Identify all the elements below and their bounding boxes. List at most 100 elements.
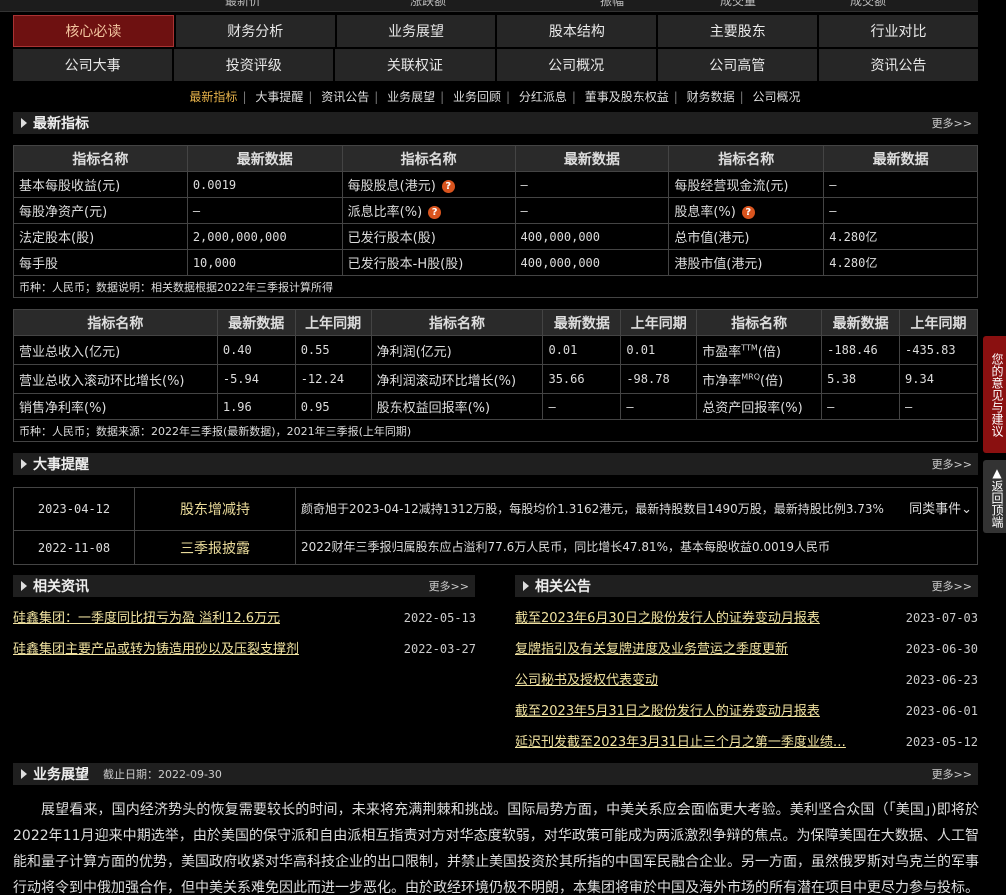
news-header: 相关资讯 更多>> — [13, 575, 475, 597]
nav-tab-outlook[interactable]: 业务展望 — [336, 15, 496, 47]
cell-label: 已发行股本(股) — [341, 223, 516, 250]
news-link[interactable]: 硅鑫集团：一季度同比扭亏为盈 溢利12.6万元 — [13, 603, 280, 634]
cell-value: 0.01 — [620, 335, 698, 365]
column-header: 最新数据 — [542, 309, 622, 336]
column-header: 指标名称 — [13, 145, 188, 172]
cell-value: -5.94 — [216, 364, 296, 394]
topbar-item: 涨跌额 — [410, 0, 447, 8]
nav-tab-news[interactable]: 资讯公告 — [818, 49, 979, 81]
list-item: 硅鑫集团：一季度同比扭亏为盈 溢利12.6万元 2022-05-13 — [13, 603, 476, 634]
cell-label: 市净率MRQ(倍) — [696, 364, 823, 394]
outlook-header: 业务展望 截止日期：2022-09-30 更多>> — [13, 763, 978, 785]
nav-tab-warrants[interactable]: 关联权证 — [335, 49, 495, 81]
subnav-link[interactable]: 业务回顾 — [448, 90, 506, 104]
event-type[interactable]: 股东增减持 — [134, 487, 296, 531]
nav-tab-share-structure[interactable]: 股本结构 — [497, 15, 657, 47]
table-header-row: 指标名称 最新数据 指标名称 最新数据 指标名称 最新数据 — [13, 145, 978, 172]
chevron-down-icon: ⌄ — [961, 501, 972, 517]
cell-value: 0.95 — [294, 393, 372, 420]
column-header: 指标名称 — [696, 309, 823, 336]
table-note-row: 币种：人民币；数据来源：2022年三季报(最新数据)，2021年三季报(上年同期… — [13, 419, 978, 442]
nav-tab-industry[interactable]: 行业对比 — [819, 15, 978, 47]
cell-value: — — [821, 393, 901, 420]
cell-value: 400,000,000 — [514, 249, 670, 276]
subnav-link[interactable]: 最新指标 — [184, 90, 242, 104]
subnav-link[interactable]: 资讯公告 — [316, 90, 374, 104]
notice-link[interactable]: 复牌指引及有关复牌进度及业务营运之季度更新 — [515, 634, 788, 665]
feedback-button[interactable]: 您的意见与建议 — [983, 336, 1006, 453]
column-header: 最新数据 — [821, 309, 901, 336]
help-icon[interactable]: ? — [741, 206, 755, 219]
more-link[interactable]: 更多>> — [429, 578, 469, 594]
cell-label: 每股净资产(元) — [13, 197, 188, 224]
news-list: 硅鑫集团：一季度同比扭亏为盈 溢利12.6万元 2022-05-13 硅鑫集团主… — [13, 603, 476, 665]
cell-value: 2,000,000,000 — [186, 223, 343, 250]
cell-value: 0.55 — [294, 335, 372, 365]
event-text-content: 颜奇旭于2023-04-12减持1312万股，每股均价1.3162港元，最新持股… — [301, 501, 884, 516]
more-link[interactable]: 更多>> — [932, 766, 972, 782]
section-title: 大事提醒 — [33, 457, 89, 473]
cell-value: -435.83 — [899, 335, 978, 365]
notice-link[interactable]: 公司秘书及授权代表变动 — [515, 665, 658, 696]
notice-link[interactable]: 截至2023年5月31日之股份发行人的证券变动月报表 — [515, 696, 820, 727]
cell-label: 股息率(%)? — [668, 197, 825, 224]
subnav-link[interactable]: 财务数据 — [682, 90, 740, 104]
news-date: 2022-05-13 — [403, 611, 476, 625]
cell-value: — — [620, 393, 698, 420]
cell-label: 营业总收入滚动环比增长(%) — [13, 364, 218, 394]
nav-tab-executives[interactable]: 公司高管 — [657, 49, 817, 81]
help-icon[interactable]: ? — [428, 206, 442, 219]
nav-tab-profile[interactable]: 公司概况 — [496, 49, 656, 81]
news-link[interactable]: 硅鑫集团主要产品或转为铸造用砂以及压裂支撑剂 — [13, 634, 299, 665]
subnav-link[interactable]: 业务展望 — [382, 90, 440, 104]
notice-date: 2023-05-12 — [905, 735, 978, 749]
topbar-item: 成交额 — [850, 0, 887, 8]
column-header: 最新数据 — [823, 145, 978, 172]
events-table: 2023-04-12 股东增减持 同类事件⌄ 颜奇旭于2023-04-12减持13… — [13, 487, 978, 565]
table-header-row: 指标名称 最新数据 上年同期 指标名称 最新数据 上年同期 指标名称 最新数据 … — [13, 309, 978, 336]
subnav-link[interactable]: 董事及股东权益 — [580, 90, 674, 104]
table-row: 法定股本(股) 2,000,000,000 已发行股本(股) 400,000,0… — [13, 223, 978, 250]
cell-label: 基本每股收益(元) — [13, 171, 188, 198]
table-row: 每手股 10,000 已发行股本-H股(股) 400,000,000 港股市值(… — [13, 249, 978, 276]
cell-value: 35.66 — [542, 364, 622, 394]
back-to-top-button[interactable]: ▲返回顶端 — [983, 460, 1006, 533]
nav-tab-events[interactable]: 公司大事 — [13, 49, 173, 81]
cell-label: 每手股 — [13, 249, 188, 276]
topbar-item: 最新价 — [225, 0, 262, 8]
section-title: 业务展望 — [33, 767, 89, 783]
table-row: 销售净利率(%) 1.96 0.95 股东权益回报率(%) — — 总资产回报率… — [13, 393, 978, 420]
more-link[interactable]: 更多>> — [932, 115, 972, 131]
cell-label-text: 市净率 — [702, 373, 742, 389]
cell-label-text: 股息率(%) — [674, 205, 736, 220]
column-header: 上年同期 — [620, 309, 698, 336]
event-type[interactable]: 三季报披露 — [134, 530, 296, 565]
outlook-text: 展望看来，国内经济势头的恢复需要较长的时间，未来将充满荆棘和挑战。国际局势方面，… — [13, 802, 979, 895]
cell-value: -12.24 — [294, 364, 372, 394]
nav-tab-finance[interactable]: 财务分析 — [175, 15, 335, 47]
column-header: 上年同期 — [899, 309, 978, 336]
list-item: 延迟刊发截至2023年3月31日止三个月之第一季度业绩… 2023-05-12 — [515, 727, 978, 758]
notice-link[interactable]: 延迟刊发截至2023年3月31日止三个月之第一季度业绩… — [515, 727, 846, 758]
cell-label-text: 每股股息(港元) — [347, 179, 436, 194]
more-link[interactable]: 更多>> — [932, 456, 972, 472]
cell-value: -98.78 — [620, 364, 698, 394]
more-link[interactable]: 更多>> — [932, 578, 972, 594]
similar-events-link[interactable]: 同类事件⌄ — [909, 499, 972, 520]
triangle-icon — [21, 581, 27, 591]
cell-value: 1.96 — [216, 393, 296, 420]
subnav-link[interactable]: 公司概况 — [748, 90, 806, 104]
subnav-link[interactable]: 大事提醒 — [250, 90, 308, 104]
nav-tab-core[interactable]: 核心必读 — [13, 15, 174, 47]
subnav-link[interactable]: 分红派息 — [514, 90, 572, 104]
cell-label: 净利润(亿元) — [370, 335, 544, 365]
outlook-date: 截止日期：2022-09-30 — [103, 768, 222, 781]
help-icon[interactable]: ? — [441, 180, 455, 193]
nav-tab-rating[interactable]: 投资评级 — [174, 49, 334, 81]
cell-value: 9.34 — [899, 364, 978, 394]
cell-label: 港股市值(港元) — [668, 249, 825, 276]
quote-topbar: 最新价 涨跌额 振幅 成交量 成交额 — [0, 0, 978, 12]
column-header: 最新数据 — [514, 145, 670, 172]
notice-link[interactable]: 截至2023年6月30日之股份发行人的证券变动月报表 — [515, 603, 820, 634]
nav-tab-shareholders[interactable]: 主要股东 — [658, 15, 818, 47]
